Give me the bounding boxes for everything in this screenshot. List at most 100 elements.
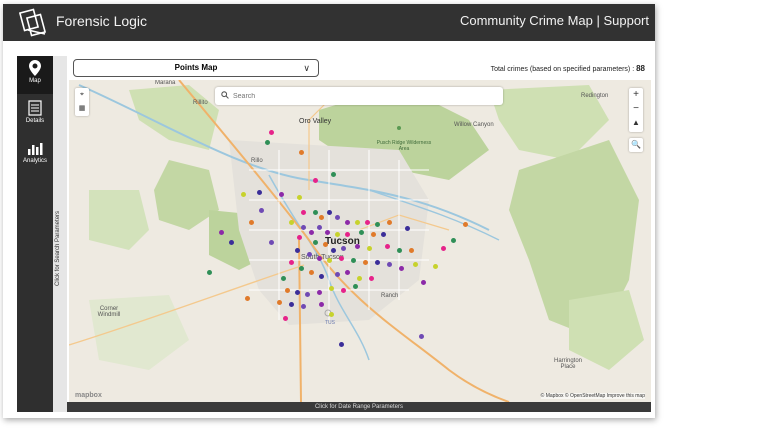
crime-point[interactable] xyxy=(257,190,262,195)
crime-point[interactable] xyxy=(409,248,414,253)
crime-point[interactable] xyxy=(421,280,426,285)
crime-point[interactable] xyxy=(319,302,324,307)
draw-polygon-icon[interactable]: ⌖ xyxy=(75,88,89,102)
crime-point[interactable] xyxy=(441,246,446,251)
crime-point[interactable] xyxy=(327,210,332,215)
crime-point[interactable] xyxy=(387,262,392,267)
crime-point[interactable] xyxy=(339,342,344,347)
crime-point[interactable] xyxy=(283,316,288,321)
crime-point[interactable] xyxy=(289,302,294,307)
search-parameters-toggle[interactable]: Click for Search Parameters xyxy=(53,56,67,412)
crime-point[interactable] xyxy=(339,256,344,261)
map-search-input[interactable] xyxy=(233,89,495,103)
crime-point[interactable] xyxy=(335,272,340,277)
crime-point[interactable] xyxy=(405,226,410,231)
crime-point[interactable] xyxy=(299,266,304,271)
crime-point[interactable] xyxy=(269,240,274,245)
crime-point[interactable] xyxy=(289,260,294,265)
crime-point[interactable] xyxy=(381,232,386,237)
crime-point[interactable] xyxy=(375,260,380,265)
crime-point[interactable] xyxy=(345,232,350,237)
crime-point[interactable] xyxy=(249,220,254,225)
crime-point[interactable] xyxy=(331,248,336,253)
nav-details[interactable]: Details xyxy=(17,96,53,134)
crime-point[interactable] xyxy=(285,288,290,293)
crime-point[interactable] xyxy=(329,312,334,317)
crime-point[interactable] xyxy=(371,232,376,237)
crime-point[interactable] xyxy=(367,246,372,251)
crime-point[interactable] xyxy=(313,178,318,183)
crime-point[interactable] xyxy=(433,264,438,269)
crime-point[interactable] xyxy=(297,235,302,240)
crime-point[interactable] xyxy=(397,248,402,253)
crime-point[interactable] xyxy=(413,262,418,267)
crime-point[interactable] xyxy=(451,238,456,243)
crime-point[interactable] xyxy=(363,260,368,265)
crime-point[interactable] xyxy=(355,244,360,249)
crime-point[interactable] xyxy=(229,240,234,245)
crime-point[interactable] xyxy=(375,222,380,227)
crime-point[interactable] xyxy=(317,225,322,230)
crime-point[interactable] xyxy=(301,304,306,309)
zoom-in-button[interactable]: + xyxy=(629,88,643,102)
map-attribution[interactable]: © Mapbox © OpenStreetMap Improve this ma… xyxy=(540,393,645,399)
crime-point[interactable] xyxy=(289,220,294,225)
crime-point[interactable] xyxy=(309,270,314,275)
crime-point[interactable] xyxy=(463,222,468,227)
compass-icon[interactable]: ▲ xyxy=(629,116,643,130)
crime-point[interactable] xyxy=(301,225,306,230)
crime-point[interactable] xyxy=(279,192,284,197)
crime-point[interactable] xyxy=(399,266,404,271)
crime-point[interactable] xyxy=(277,300,282,305)
crime-point[interactable] xyxy=(309,230,314,235)
crime-point[interactable] xyxy=(335,232,340,237)
crime-point[interactable] xyxy=(245,296,250,301)
crime-point[interactable] xyxy=(319,215,324,220)
crime-point[interactable] xyxy=(317,290,322,295)
crime-point[interactable] xyxy=(269,130,274,135)
crime-point[interactable] xyxy=(297,195,302,200)
crime-point[interactable] xyxy=(281,276,286,281)
crime-point[interactable] xyxy=(359,230,364,235)
map-type-select[interactable]: Points Map ∨ xyxy=(73,59,319,77)
crime-point[interactable] xyxy=(295,248,300,253)
crime-point[interactable] xyxy=(365,220,370,225)
crime-point[interactable] xyxy=(341,246,346,251)
crime-point[interactable] xyxy=(345,220,350,225)
crime-point[interactable] xyxy=(335,215,340,220)
crime-point[interactable] xyxy=(351,258,356,263)
crime-point[interactable] xyxy=(419,334,424,339)
crime-point[interactable] xyxy=(355,220,360,225)
crime-point[interactable] xyxy=(385,244,390,249)
zoom-out-button[interactable]: − xyxy=(629,102,643,116)
crime-point[interactable] xyxy=(345,270,350,275)
crime-point[interactable] xyxy=(331,172,336,177)
crime-point[interactable] xyxy=(299,150,304,155)
crime-point[interactable] xyxy=(301,210,306,215)
date-range-toggle[interactable]: Click for Date Range Parameters xyxy=(67,402,651,412)
select-area-icon[interactable]: ▦ xyxy=(75,102,89,116)
crime-point[interactable] xyxy=(313,240,318,245)
nav-analytics[interactable]: Analytics xyxy=(17,136,53,174)
crime-point[interactable] xyxy=(341,288,346,293)
crime-point[interactable] xyxy=(307,252,312,257)
crime-point[interactable] xyxy=(207,270,212,275)
crime-point[interactable] xyxy=(305,292,310,297)
crime-point[interactable] xyxy=(323,242,328,247)
magnify-icon[interactable]: 🔍 xyxy=(629,138,643,152)
crime-point[interactable] xyxy=(327,258,332,263)
map-canvas[interactable]: ⌖ ▦ + − ▲ 🔍 Marana Rillito Oro Valley Pu… xyxy=(69,80,651,402)
nav-map[interactable]: Map xyxy=(17,56,53,94)
crime-point[interactable] xyxy=(265,140,270,145)
crime-point[interactable] xyxy=(317,256,322,261)
crime-point[interactable] xyxy=(219,230,224,235)
crime-point[interactable] xyxy=(259,208,264,213)
crime-point[interactable] xyxy=(329,286,334,291)
crime-point[interactable] xyxy=(319,274,324,279)
crime-point[interactable] xyxy=(369,276,374,281)
crime-point[interactable] xyxy=(357,276,362,281)
crime-point[interactable] xyxy=(353,284,358,289)
crime-point[interactable] xyxy=(387,220,392,225)
crime-point[interactable] xyxy=(313,210,318,215)
crime-point[interactable] xyxy=(241,192,246,197)
